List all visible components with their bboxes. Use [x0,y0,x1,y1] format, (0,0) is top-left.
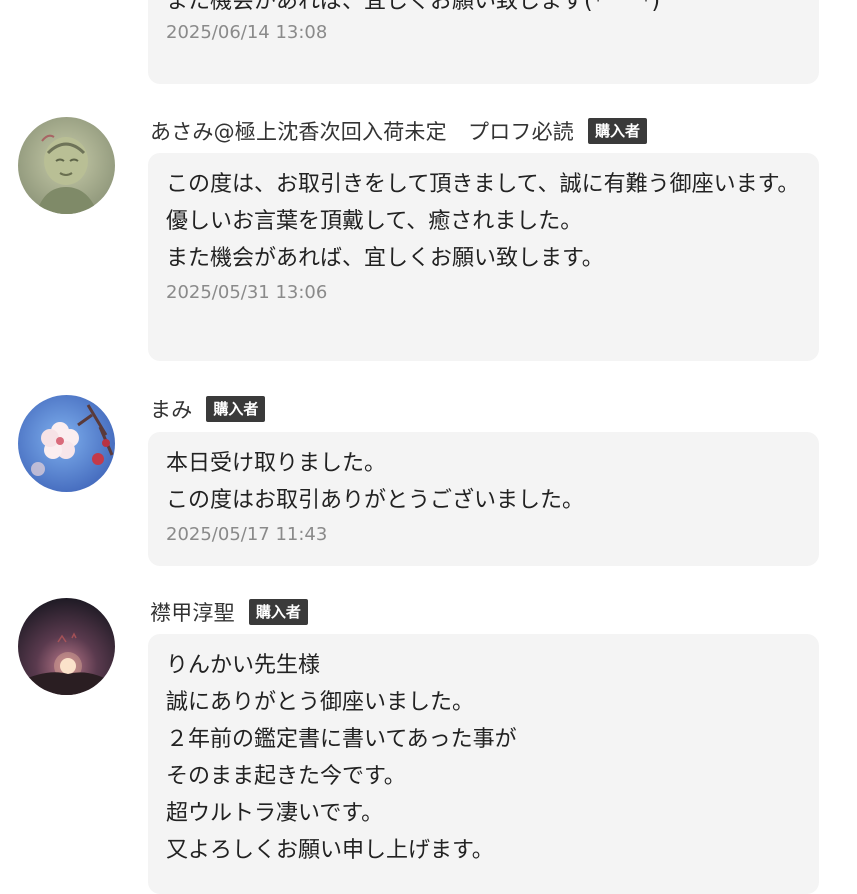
reviewer-name-row: まみ 購入者 [150,394,266,424]
review-message: また機会があれば、宜しくお願い致します(*^^*) [166,0,661,14]
review-bubble: 本日受け取りました。 この度はお取引ありがとうございました。 2025/05/1… [148,432,819,566]
buyer-badge: 購入者 [588,118,648,144]
buyer-badge: 購入者 [248,599,308,625]
sunset-mountain-avatar-icon[interactable] [18,598,115,695]
review-message: 本日受け取りました。 この度はお取引ありがとうございました。 [166,451,585,513]
review-bubble: この度は、お取引きをして頂きまして、誠に有難う御座います。 優しいお言葉を頂戴し… [148,153,819,361]
reviewer-name[interactable]: あさみ@極上沈香次回入荷未定 プロフ必読 [150,116,574,146]
review-message: この度は、お取引きをして頂きまして、誠に有難う御座います。 優しいお言葉を頂戴し… [166,172,800,271]
review-date: 2025/05/17 11:43 [166,524,328,545]
reviewer-name[interactable]: まみ [150,394,192,424]
user-avatar-icon[interactable] [18,117,115,214]
reviewer-name[interactable]: 襟甲淳聖 [150,597,235,627]
review-date: 2025/05/31 13:06 [166,282,328,303]
reviewer-name-row: あさみ@極上沈香次回入荷未定 プロフ必読 購入者 [150,116,648,146]
plum-blossom-avatar-icon[interactable] [18,395,115,492]
review-date: 2025/06/14 13:08 [166,22,328,43]
review-bubble: りんかい先生様 誠にありがとう御座いました。 ２年前の鑑定書に書いてあった事が … [148,634,819,894]
review-bubble: また機会があれば、宜しくお願い致します(*^^*) 2025/06/14 13:… [148,0,819,84]
buyer-badge: 購入者 [206,396,266,422]
reviewer-name-row: 襟甲淳聖 購入者 [150,597,308,627]
review-message: りんかい先生様 誠にありがとう御座いました。 ２年前の鑑定書に書いてあった事が … [166,653,517,863]
